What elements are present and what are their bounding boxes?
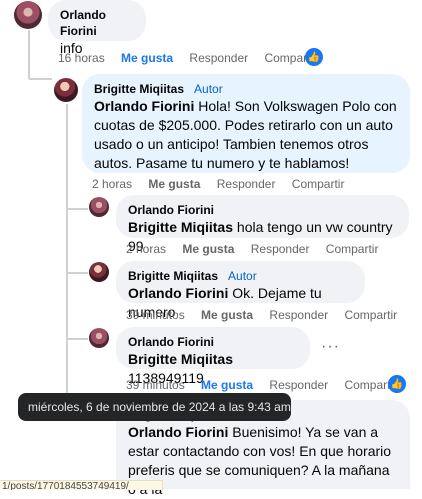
comment-author[interactable]: Orlando Fiorini	[60, 7, 134, 39]
avatar[interactable]	[89, 328, 109, 348]
comment-bubble: Orlando Fiorini Brigitte Miqiitas 113894…	[116, 327, 310, 386]
comment-time[interactable]: 39 minutos	[126, 308, 185, 322]
comment-bubble: Orlando Fiorini Brigitte Miqiitas hola t…	[116, 195, 409, 254]
avatar[interactable]	[89, 262, 109, 282]
share-button[interactable]: Compartir	[326, 242, 379, 256]
comment-author[interactable]: Orlando Fiorini	[128, 202, 397, 218]
comment-actions: 2 horas Me gusta Responder Compartir	[92, 177, 357, 191]
like-thumb-icon[interactable]: 👍	[388, 375, 406, 393]
timestamp-tooltip: miércoles, 6 de noviembre de 2024 a las …	[18, 393, 291, 421]
comment-time[interactable]: 39 minutos	[126, 378, 185, 392]
comment-author[interactable]: Orlando Fiorini	[128, 334, 298, 350]
like-button[interactable]: Me gusta	[201, 378, 253, 392]
avatar[interactable]	[14, 1, 42, 29]
thread-line	[66, 104, 68, 409]
thread-line	[28, 78, 52, 80]
thread-line	[66, 208, 88, 210]
reply-button[interactable]: Responder	[217, 177, 276, 191]
thread-line	[28, 30, 30, 78]
like-button[interactable]: Me gusta	[182, 242, 234, 256]
comment-actions: 16 horas Me gusta Responder Compartir	[58, 51, 330, 65]
comment-text: Orlando Fiorini Hola! Son Volkswagen Pol…	[94, 97, 398, 173]
mention-link[interactable]: Orlando Fiorini	[128, 424, 228, 440]
reply-button[interactable]: Responder	[189, 51, 248, 65]
avatar[interactable]	[54, 78, 78, 102]
comment-bubble: Brigitte Miqiitas Autor Orlando Fiorini H…	[82, 74, 410, 173]
comment-text: Orlando Fiorini Buenisimo! Ya se van a e…	[128, 423, 398, 499]
mention-link[interactable]: Orlando Fiorini	[94, 98, 194, 114]
author-badge: Autor	[194, 82, 223, 96]
comment-time[interactable]: 2 horas	[92, 177, 132, 191]
mention-link[interactable]: Orlando Fiorini	[128, 285, 228, 301]
comment-actions: 39 minutos Me gusta Responder Compartir	[126, 308, 410, 322]
comment-time[interactable]: 16 horas	[58, 51, 105, 65]
like-thumb-icon[interactable]: 👍	[305, 48, 323, 66]
like-button[interactable]: Me gusta	[148, 177, 200, 191]
reply-button[interactable]: Responder	[269, 308, 328, 322]
avatar[interactable]	[89, 197, 109, 217]
mention-link[interactable]: Brigitte Miqiitas	[128, 351, 233, 367]
share-button[interactable]: Compartir	[344, 308, 397, 322]
reply-button[interactable]: Responder	[251, 242, 310, 256]
share-button[interactable]: Compartir	[292, 177, 345, 191]
comment-thread: Orlando Fiorini info 16 horas Me gusta R…	[0, 0, 422, 497]
reply-button[interactable]: Responder	[269, 378, 328, 392]
author-badge: Autor	[228, 269, 257, 283]
comment-bubble: Brigitte Miqiitas Autor Orlando Fiorini O…	[116, 261, 365, 320]
like-button[interactable]: Me gusta	[201, 308, 253, 322]
comment-author[interactable]: Brigitte Miqiitas	[94, 82, 184, 96]
comment-actions: 39 minutos Me gusta Responder Compartir	[126, 378, 410, 392]
like-button[interactable]: Me gusta	[121, 51, 173, 65]
comment-bubble: Orlando Fiorini info	[48, 0, 146, 56]
comment-time[interactable]: 2 horas	[126, 242, 166, 256]
more-dots-icon[interactable]: ···	[321, 338, 340, 356]
thread-line	[66, 272, 88, 274]
comment-author[interactable]: Brigitte Miqiitas	[128, 269, 218, 283]
mention-link[interactable]: Brigitte Miqiitas	[128, 219, 233, 235]
thread-line	[66, 338, 88, 340]
comment-actions: 2 horas Me gusta Responder Compartir	[126, 242, 391, 256]
